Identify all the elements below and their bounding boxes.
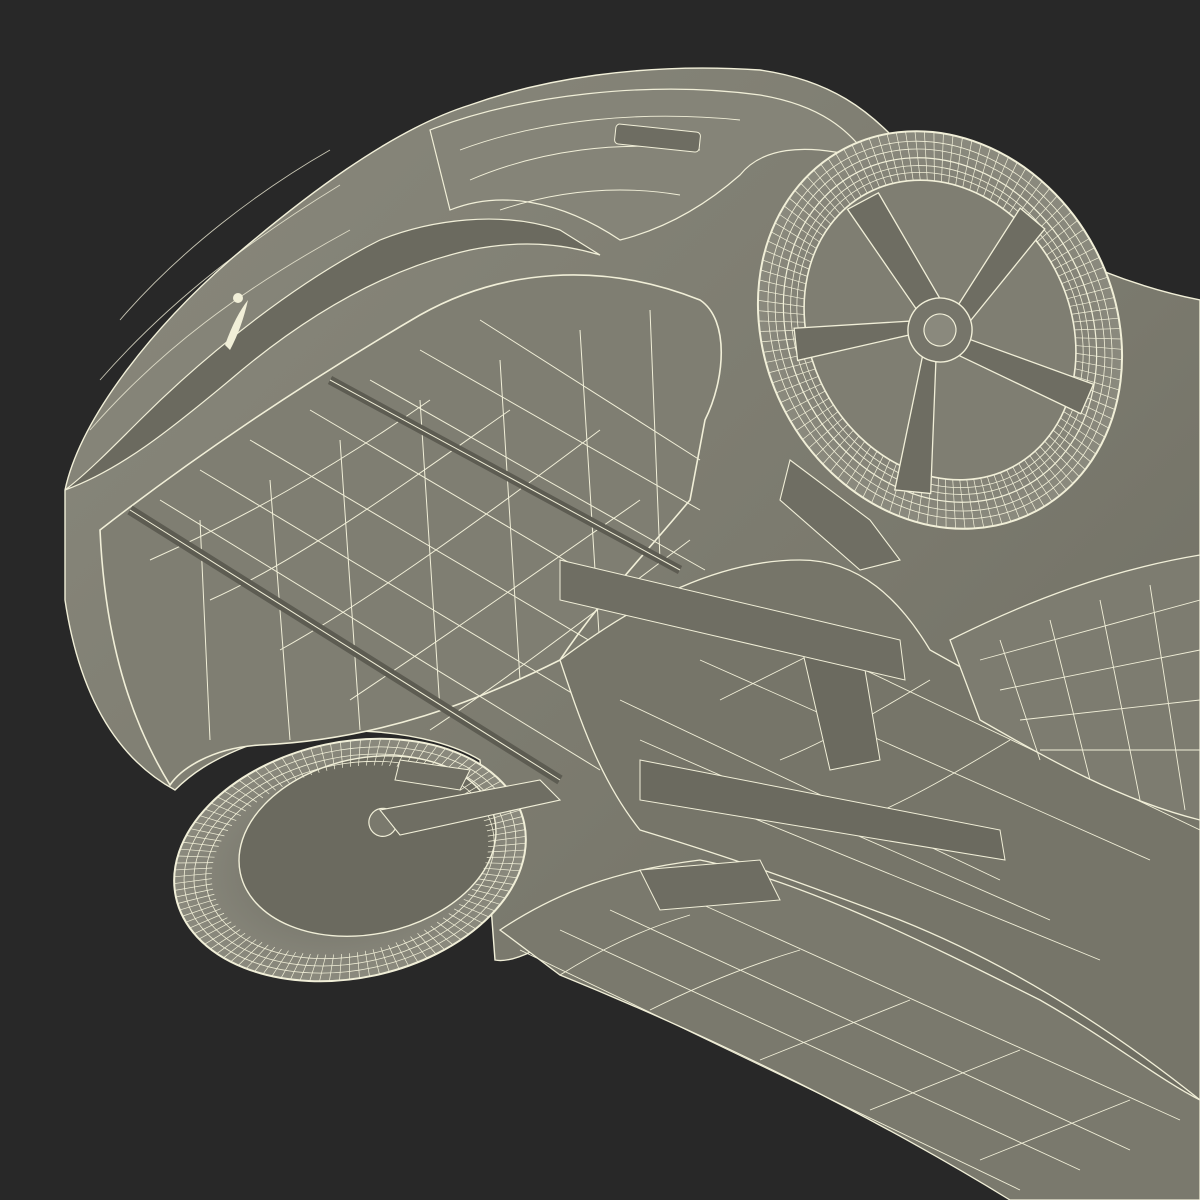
wireframe-render [0, 0, 1200, 1200]
